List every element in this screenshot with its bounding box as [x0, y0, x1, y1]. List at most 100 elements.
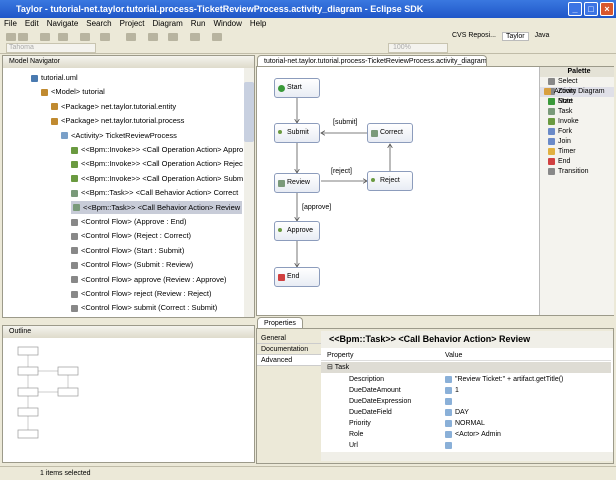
property-value[interactable]: DAY: [455, 409, 469, 416]
tree-item[interactable]: <<Bpm::Task>> <Call Behavior Action> Rev…: [71, 200, 243, 214]
toolbar-button[interactable]: [80, 33, 90, 41]
toolbar-button[interactable]: [18, 33, 28, 41]
node-submit[interactable]: Submit: [274, 123, 320, 143]
property-row[interactable]: DueDateField DAY: [321, 407, 611, 418]
flow-icon: [71, 261, 78, 269]
menu-project[interactable]: Project: [120, 18, 145, 30]
property-row[interactable]: Priority NORMAL: [321, 418, 611, 429]
outline-title[interactable]: Outline: [3, 328, 31, 335]
font-select[interactable]: Tahoma: [6, 43, 96, 53]
property-row[interactable]: DueDateExpression: [321, 396, 611, 407]
property-value[interactable]: "Review Ticket:" + artifact.getTitle(): [455, 376, 563, 383]
property-row[interactable]: Description "Review Ticket:" + artifact.g…: [321, 374, 611, 385]
tree-item[interactable]: <Package> net.taylor.tutorial.process: [51, 114, 184, 127]
navigator-title[interactable]: Model Navigator: [3, 58, 60, 65]
properties-tab-advanced[interactable]: Advanced: [257, 355, 321, 366]
tree-item[interactable]: <Control Flow> submit (Correct : Submit): [71, 301, 217, 314]
flow-icon: [71, 232, 78, 240]
node-correct[interactable]: Correct: [367, 123, 413, 143]
tree-item-label: <Control Flow> (Approve : End): [81, 217, 187, 226]
toolbar-button[interactable]: [126, 33, 136, 41]
tree-item[interactable]: <<Bpm::Invoke>> <Call Operation Action> …: [71, 172, 243, 185]
tree-item-label: <<Bpm::Task>> <Call Behavior Action> Cor…: [81, 188, 239, 198]
menu-search[interactable]: Search: [86, 18, 111, 30]
timer-icon: [548, 147, 555, 155]
toolbar-button[interactable]: [148, 33, 158, 41]
node-end[interactable]: End: [274, 267, 320, 287]
perspective-java[interactable]: Java: [535, 32, 550, 41]
tree-item[interactable]: <<Bpm::Invoke>> <Call Operation Action> …: [71, 143, 243, 156]
menu-run[interactable]: Run: [191, 18, 206, 30]
property-value[interactable]: 1: [455, 387, 459, 394]
property-value[interactable]: <Actor> Admin: [455, 431, 501, 438]
toolbar-button[interactable]: [212, 33, 222, 41]
node-start[interactable]: Start: [274, 78, 320, 98]
edge-label-approve[interactable]: [approve]: [302, 204, 331, 211]
property-row[interactable]: Url: [321, 440, 611, 451]
toolbar-button[interactable]: [168, 33, 178, 41]
menu-file[interactable]: File: [4, 18, 17, 30]
toolbar-button[interactable]: [40, 33, 50, 41]
palette-item-timer[interactable]: Timer: [544, 147, 614, 157]
properties-tab-general[interactable]: General: [257, 333, 321, 344]
diagram-thumbnail[interactable]: [13, 342, 103, 457]
tree-item[interactable]: <Control Flow> approve (Review : Approve…: [71, 273, 227, 286]
tree-item[interactable]: <Control Flow> (Start : Submit): [71, 244, 184, 257]
group-task[interactable]: ⊟ Task: [321, 362, 611, 373]
tree-item[interactable]: <Model> tutorial: [41, 85, 105, 98]
palette-title[interactable]: Palette: [540, 67, 614, 77]
properties-hscrollbar[interactable]: [321, 452, 613, 461]
title-bar: Taylor - tutorial-net.taylor.tutorial.pr…: [0, 0, 616, 18]
menu-edit[interactable]: Edit: [25, 18, 39, 30]
tree-item[interactable]: <Control Flow> reject (Review : Reject): [71, 287, 211, 300]
palette-tool-select[interactable]: Select: [544, 77, 614, 87]
properties-tab-documentation[interactable]: Documentation: [257, 344, 321, 355]
palette-item-task[interactable]: Task: [544, 107, 614, 117]
tree-item[interactable]: <Activity> TicketReviewProcess: [61, 129, 177, 142]
close-button[interactable]: ×: [600, 2, 614, 16]
tree-item[interactable]: <Control Flow> (Approve : End): [71, 215, 186, 228]
toolbar-button[interactable]: [6, 33, 16, 41]
palette-drawer-activity-diagram[interactable]: Activity Diagram: [540, 87, 614, 97]
tree-item-label: <<Bpm::Invoke>> <Call Operation Action> …: [81, 159, 243, 169]
perspective-cvs[interactable]: CVS Reposi...: [452, 32, 496, 41]
palette-item-transition[interactable]: Transition: [544, 167, 614, 177]
toolbar-button[interactable]: [100, 33, 110, 41]
navigator-scrollbar[interactable]: [244, 68, 254, 317]
property-name: Priority: [349, 420, 371, 427]
property-value[interactable]: NORMAL: [455, 420, 485, 427]
menu-diagram[interactable]: Diagram: [153, 18, 183, 30]
tree-item-label: <<Bpm::Invoke>> <Call Operation Action> …: [81, 173, 243, 183]
tree-item[interactable]: tutorial.uml: [31, 71, 78, 84]
tree-item[interactable]: <<Bpm::Invoke>> <Call Operation Action> …: [71, 157, 243, 170]
tree-item[interactable]: <<Bpm::Task>> <Call Behavior Action> Cor…: [71, 186, 238, 199]
property-row[interactable]: Role <Actor> Admin: [321, 429, 611, 440]
model-navigator-panel: Model Navigator tutorial.uml <Model> tuto…: [2, 55, 255, 318]
edge-label-reject[interactable]: [reject]: [331, 168, 352, 175]
palette-item-start[interactable]: Start: [544, 97, 614, 107]
toolbar-button[interactable]: [58, 33, 68, 41]
property-row[interactable]: DueDateAmount 1: [321, 385, 611, 396]
node-approve[interactable]: Approve: [274, 221, 320, 241]
palette-item-end[interactable]: End: [544, 157, 614, 167]
maximize-button[interactable]: □: [584, 2, 598, 16]
minimize-button[interactable]: _: [568, 2, 582, 16]
tree-item[interactable]: <Control Flow> (Reject : Correct): [71, 229, 191, 242]
tree-item[interactable]: <Package> net.taylor.tutorial.entity: [51, 100, 176, 113]
menu-navigate[interactable]: Navigate: [47, 18, 79, 30]
node-reject[interactable]: Reject: [367, 171, 413, 191]
palette-item-invoke[interactable]: Invoke: [544, 117, 614, 127]
zoom-select[interactable]: 100%: [388, 43, 448, 53]
toolbar-button[interactable]: [190, 33, 200, 41]
palette-item-join[interactable]: Join: [544, 137, 614, 147]
menu-help[interactable]: Help: [250, 18, 266, 30]
menu-window[interactable]: Window: [213, 18, 241, 30]
perspective-taylor[interactable]: Taylor: [501, 32, 529, 41]
task-icon: [71, 189, 78, 197]
tree-item[interactable]: <Initial Node> Start: [71, 316, 145, 319]
node-review[interactable]: Review: [274, 173, 320, 193]
palette-item-fork[interactable]: Fork: [544, 127, 614, 137]
tree-item[interactable]: <Control Flow> (Submit : Review): [71, 258, 193, 271]
start-icon: [548, 97, 555, 105]
edge-label-submit[interactable]: [submit]: [333, 119, 358, 126]
